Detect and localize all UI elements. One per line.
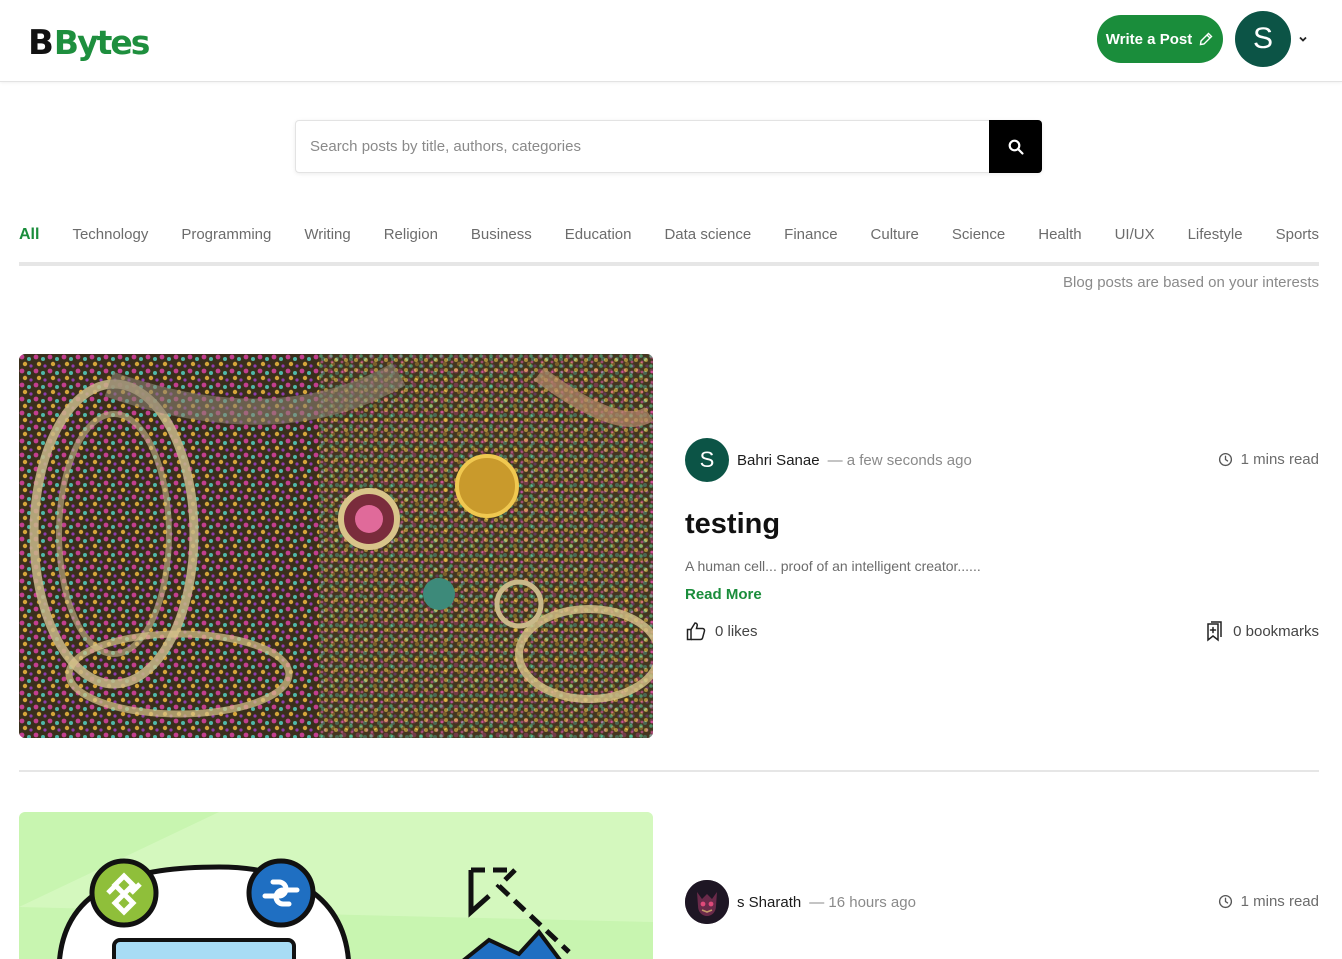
post-author-meta: S Bahri Sanae — a few seconds ago xyxy=(685,438,972,482)
post-cover-image[interactable] xyxy=(19,354,653,738)
category-tab-all[interactable]: All xyxy=(19,222,39,244)
post-time: — 16 hours ago xyxy=(809,893,916,911)
read-time: 1 mins read xyxy=(1218,893,1319,910)
user-initial: S xyxy=(1252,22,1273,55)
category-tab-programming[interactable]: Programming xyxy=(181,222,271,243)
category-tab-technology[interactable]: Technology xyxy=(72,222,148,243)
post-cover-image[interactable] xyxy=(19,812,653,959)
search-icon xyxy=(1008,139,1024,155)
chevron-down-icon[interactable] xyxy=(1297,33,1309,45)
category-tab-finance[interactable]: Finance xyxy=(784,222,837,243)
read-time-label: 1 mins read xyxy=(1240,893,1319,910)
post-author-meta: s Sharath — 16 hours ago xyxy=(685,880,916,924)
author-avatar[interactable]: S xyxy=(685,438,729,482)
category-tab-writing[interactable]: Writing xyxy=(304,222,350,243)
search-button[interactable] xyxy=(989,120,1042,173)
category-tabs: All Technology Programming Writing Relig… xyxy=(19,222,1319,266)
post-divider xyxy=(19,770,1319,772)
category-tabs-underline xyxy=(19,262,1319,266)
bookmark-button[interactable]: 0 bookmarks xyxy=(1203,620,1319,642)
category-tab-education[interactable]: Education xyxy=(565,222,632,243)
post-excerpt: A human cell... proof of an intelligent … xyxy=(685,558,981,574)
author-name[interactable]: s Sharath xyxy=(737,894,801,911)
bookmarks-count: 0 bookmarks xyxy=(1233,622,1319,640)
user-avatar[interactable]: S xyxy=(1235,11,1291,67)
top-header: B Bytes Write a Post S xyxy=(0,0,1342,82)
category-tab-science[interactable]: Science xyxy=(952,222,1005,243)
category-tab-health[interactable]: Health xyxy=(1038,222,1081,243)
clock-icon xyxy=(1218,894,1232,909)
read-more-link[interactable]: Read More xyxy=(685,586,762,603)
read-time-label: 1 mins read xyxy=(1240,451,1319,468)
author-name[interactable]: Bahri Sanae xyxy=(737,452,820,469)
search-bar xyxy=(295,120,1042,173)
category-tab-sports[interactable]: Sports xyxy=(1276,222,1319,243)
category-tab-business[interactable]: Business xyxy=(471,222,532,243)
post-time: — a few seconds ago xyxy=(827,451,972,469)
pen-icon xyxy=(1199,32,1213,46)
bytes-logo[interactable]: B Bytes xyxy=(28,18,150,63)
logo-mark: B xyxy=(28,23,54,63)
write-post-label: Write a Post xyxy=(1105,30,1193,48)
logo-text: Bytes xyxy=(53,23,150,62)
search-input[interactable] xyxy=(296,121,989,172)
author-initial: S xyxy=(699,447,715,472)
category-tab-ui-ux[interactable]: UI/UX xyxy=(1115,222,1155,243)
bookmark-icon xyxy=(1207,621,1222,642)
category-tab-culture[interactable]: Culture xyxy=(871,222,919,243)
write-post-button[interactable]: Write a Post xyxy=(1097,15,1223,63)
author-avatar[interactable] xyxy=(685,880,729,924)
like-button[interactable]: 0 likes xyxy=(685,620,758,642)
likes-count: 0 likes xyxy=(715,622,758,640)
category-tab-lifestyle[interactable]: Lifestyle xyxy=(1188,222,1243,243)
author-avatar-image xyxy=(685,880,729,924)
thumbs-up-icon xyxy=(686,622,706,641)
category-tab-data-science[interactable]: Data science xyxy=(664,222,751,243)
category-tab-religion[interactable]: Religion xyxy=(384,222,438,243)
post-title[interactable]: testing xyxy=(685,508,780,541)
clock-icon xyxy=(1218,452,1232,467)
interests-note: Blog posts are based on your interests xyxy=(1063,274,1319,291)
read-time: 1 mins read xyxy=(1218,451,1319,468)
